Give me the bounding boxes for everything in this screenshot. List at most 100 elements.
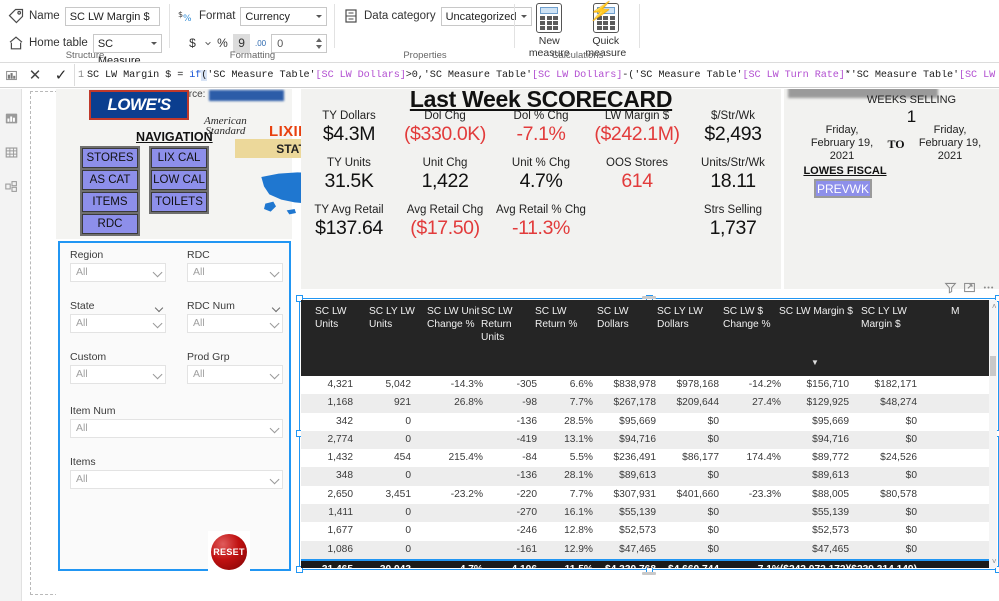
formula-measure-name: SC LW Margin $ xyxy=(87,69,172,81)
table-column-header[interactable]: SC LW Return Units xyxy=(481,305,527,344)
slicer-rdc-num: RDC Num All xyxy=(187,300,283,333)
slicer-prod-grp: Prod Grp All xyxy=(187,351,283,384)
slicer-dropdown[interactable]: All xyxy=(70,419,283,438)
table-column-header[interactable]: SC LW Return % xyxy=(535,305,587,331)
table-row[interactable]: 2,650 3,451 -23.2% -220 7.7% $307,931 $401,660… xyxy=(301,486,997,504)
table-column-header[interactable]: SC LW $ Change % xyxy=(723,305,775,331)
nav-button-as-cat[interactable]: AS CAT xyxy=(82,170,138,190)
table-row[interactable]: 348 0 -136 28.1% $89,613 $0 $89,613 $0 xyxy=(301,467,997,486)
slicer-custom: Custom All xyxy=(70,351,166,384)
formula-segment: [SC LW Dollars] xyxy=(315,69,406,81)
table-row[interactable]: 1,432 454 215.4% -84 5.5% $236,491 $86,177 174.… xyxy=(301,449,997,467)
view-rail xyxy=(0,89,22,601)
table-row[interactable]: 1,411 0 -270 16.1% $55,139 $0 $55,139 $0 xyxy=(301,504,997,523)
chevron-down-icon[interactable] xyxy=(154,303,164,313)
chevron-down-icon xyxy=(152,369,163,380)
table-cell: $267,178 xyxy=(613,397,657,409)
formula-accept-button[interactable]: ✓ xyxy=(48,63,74,87)
formula-cancel-button[interactable]: ✕ xyxy=(22,63,48,87)
slicer-label: RDC xyxy=(187,249,210,261)
table-column-header[interactable]: SC LW Unit Change % xyxy=(427,305,485,331)
table-cell: 0 xyxy=(405,433,411,445)
formula-expression[interactable]: SC LW Margin $ = if('SC Measure Table'[S… xyxy=(87,69,999,81)
table-visual: ▼ SC LW Units SC LY LW Units SC LW Unit Ch… xyxy=(296,282,999,575)
table-cell: $88,005 xyxy=(812,488,849,500)
nav-button-lix-cal[interactable]: LIX CAL xyxy=(151,148,207,168)
table-cell: $94,716 xyxy=(619,433,656,445)
format-label: Format xyxy=(199,10,236,22)
slicer-dropdown[interactable]: All xyxy=(187,263,283,282)
table-cell: 0 xyxy=(405,543,411,555)
nav-button-rdc[interactable]: RDC xyxy=(82,214,138,234)
table-cell: 28.1% xyxy=(564,470,593,482)
data-table[interactable]: ▼ SC LW Units SC LY LW Units SC LW Unit Ch… xyxy=(301,300,997,568)
table-cell: $0 xyxy=(905,543,917,555)
table-total-row: 31,46530,0434.7%-4,10611.5%$4,330,768$4,… xyxy=(301,559,997,568)
table-column-header[interactable]: SC LW Dollars xyxy=(597,305,649,331)
slicer-dropdown[interactable]: All xyxy=(70,263,166,282)
chevron-down-icon xyxy=(269,369,280,380)
scorecard-value-row: 31.5K 1,422 4.7% 614 18.11 xyxy=(301,169,781,193)
table-row[interactable]: 342 0 -136 28.5% $95,669 $0 $95,669 $0 xyxy=(301,413,997,431)
table-cell: 174.4% xyxy=(746,452,781,464)
table-vertical-scrollbar[interactable]: ˄ ˅ xyxy=(989,300,997,568)
formula-bar[interactable]: ✕ ✓ 1 SC LW Margin $ = if('SC Measure Ta… xyxy=(0,62,999,88)
table-column-header[interactable]: SC LW Margin $ xyxy=(779,305,857,318)
report-view-icon[interactable] xyxy=(0,101,22,135)
reset-button[interactable]: RESET xyxy=(208,531,250,573)
nav-button-low-cal[interactable]: LOW CAL xyxy=(151,170,207,190)
scorecard-metric-label: TY Units xyxy=(327,157,371,169)
table-row[interactable]: 1,086 0 -161 12.9% $47,465 $0 $47,465 $0 xyxy=(301,540,997,559)
slicer-dropdown[interactable]: All xyxy=(70,314,166,333)
table-header-row[interactable]: ▼ SC LW Units SC LY LW Units SC LW Unit Ch… xyxy=(301,300,997,376)
table-row[interactable]: 4,321 5,042 -14.3% -305 6.6% $838,978 $978,168… xyxy=(301,376,997,394)
slicer-item-num: Item Num All xyxy=(70,405,283,438)
nav-button-stores[interactable]: STORES xyxy=(82,148,138,168)
table-column-header[interactable]: M xyxy=(951,305,967,318)
data-view-icon[interactable] xyxy=(0,135,22,169)
slicer-state: State All xyxy=(70,300,166,333)
chevron-down-icon[interactable] xyxy=(271,303,281,313)
table-cell: 16.1% xyxy=(564,507,593,519)
table-cell: $52,573 xyxy=(619,525,656,537)
scorecard-metric-value: ($17.50) xyxy=(410,217,480,239)
table-cell: 5.5% xyxy=(569,452,593,464)
scorecard-metric-value: -7.1% xyxy=(516,123,566,145)
date-from: Friday, February 19, 2021 xyxy=(810,124,874,162)
table-scroll-thumb[interactable] xyxy=(990,356,996,376)
table-column-header[interactable]: SC LY LW Dollars xyxy=(657,305,715,331)
table-cell: $89,772 xyxy=(812,452,849,464)
table-row[interactable]: 1,677 0 -246 12.8% $52,573 $0 $52,573 $0 xyxy=(301,522,997,540)
scorecard-metric-value: 1,422 xyxy=(421,170,469,192)
prevwk-button[interactable]: PREVWK xyxy=(814,179,872,198)
slicer-dropdown[interactable]: All xyxy=(187,314,283,333)
slicer-dropdown[interactable]: All xyxy=(187,365,283,384)
slicer-region: Region All xyxy=(70,249,166,282)
slicer-dropdown[interactable]: All xyxy=(70,365,166,384)
format-select[interactable]: Currency xyxy=(240,6,327,26)
more-options-icon[interactable] xyxy=(982,281,995,294)
slicer-dropdown[interactable]: All xyxy=(70,470,283,489)
table-cell: $94,716 xyxy=(812,433,849,445)
chevron-down-icon xyxy=(269,474,280,485)
nav-button-group-2: LIX CAL LOW CAL TOILETS xyxy=(149,146,209,214)
table-cell: $86,177 xyxy=(682,452,719,464)
date-panel-visual: WEEKS SELLING 1 Friday, February 19, 202… xyxy=(784,89,999,289)
filter-icon[interactable] xyxy=(944,281,957,294)
to-label: TO xyxy=(887,137,905,151)
table-total-cell: 30,043 xyxy=(341,564,411,569)
table-row[interactable]: 1,168 921 26.8% -98 7.7% $267,178 $209,644 27.4… xyxy=(301,394,997,413)
table-column-header[interactable]: SC LY LW Units xyxy=(369,305,423,331)
focus-mode-icon[interactable] xyxy=(963,281,976,294)
table-column-header[interactable]: SC LY LW Margin $ xyxy=(861,305,911,331)
table-column-header[interactable]: SC LW Units xyxy=(315,305,361,331)
scorecard-metric-value: 18.11 xyxy=(710,170,756,192)
format-percent-icon: $% xyxy=(178,8,194,24)
scorecard-header-row: TY Avg Retail Avg Retail Chg Avg Retail % … xyxy=(301,201,781,216)
table-cell: 12.9% xyxy=(564,543,593,555)
table-row[interactable]: 2,774 0 -419 13.1% $94,716 $0 $94,716 $0 xyxy=(301,430,997,450)
model-view-icon[interactable] xyxy=(0,169,22,203)
nav-button-items[interactable]: ITEMS xyxy=(82,192,138,212)
nav-button-toilets[interactable]: TOILETS xyxy=(151,192,207,212)
measure-name-input[interactable]: SC LW Margin $ xyxy=(64,6,160,26)
